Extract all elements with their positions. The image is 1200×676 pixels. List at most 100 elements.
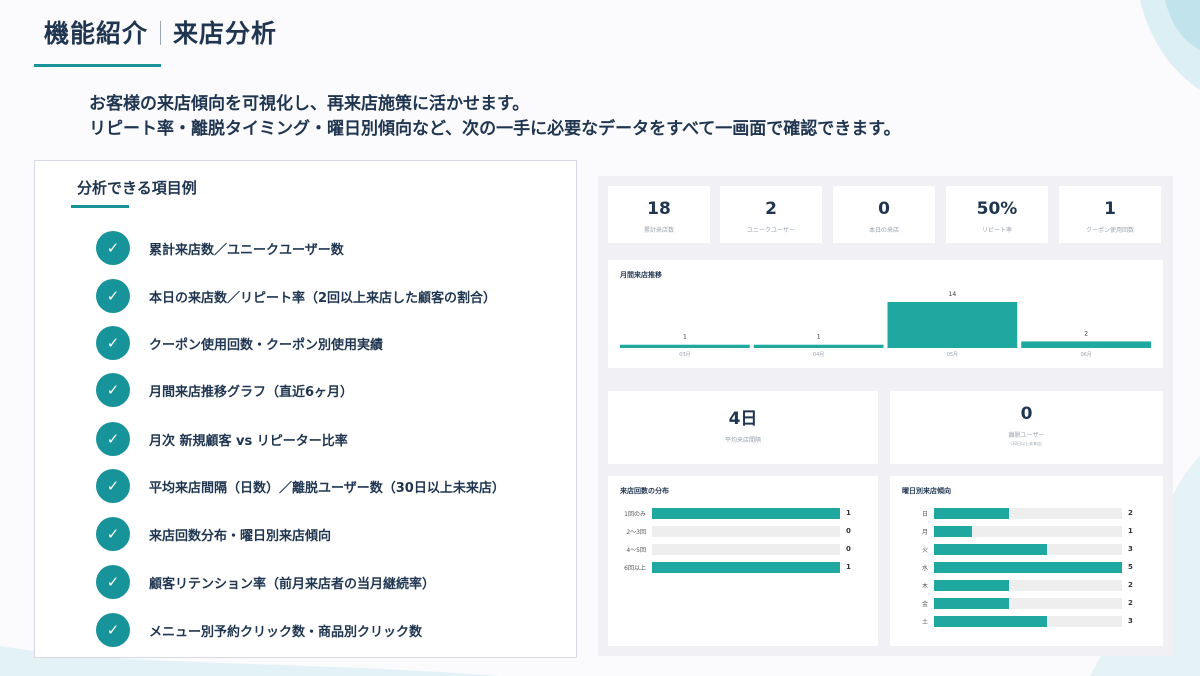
bar-fill	[934, 579, 1010, 591]
bar-row: 4〜5回 0	[616, 543, 851, 555]
intro-text: お客様の来店傾向を可視化し、再来店施策に活かせます。 リピート率・離脱タイミング…	[89, 92, 901, 142]
list-item: ✓ 顧客リテンション率（前月来店者の当月継続率）	[96, 565, 435, 599]
bar-row-label: 4〜5回	[626, 546, 646, 554]
kpi-label: 累計来店数	[643, 227, 674, 234]
bar-row: 日2	[898, 507, 1133, 519]
list-item-label: 月次 新規顧客 vs リピーター比率	[149, 433, 348, 449]
bar-fill	[934, 561, 1122, 573]
bar-row: 金2	[898, 597, 1133, 609]
bar-value-label: 3	[1128, 545, 1133, 553]
x-tick-label: 04月	[813, 352, 824, 358]
bar-track	[934, 561, 1122, 573]
kpi-value: 2	[765, 199, 777, 219]
kpi-label: リピート率	[981, 227, 1012, 234]
bar-row-label: 月	[921, 528, 928, 536]
bar-value-label: 1	[846, 563, 851, 571]
churn-sublabel: （30日以上未来店）	[1007, 441, 1046, 446]
kpi-card-coupon-uses: 1 クーポン使用回数	[1059, 186, 1161, 243]
bar-03月	[620, 344, 750, 348]
bar-track	[652, 561, 840, 573]
bar-fill	[652, 561, 840, 573]
list-item-label: 月間来店推移グラフ（直近6ヶ月）	[149, 384, 354, 400]
churn-label: 離脱ユーザー	[1008, 432, 1045, 439]
monthly-chart-title: 月間来店推移	[620, 271, 662, 279]
list-item: ✓ メニュー別予約クリック数・商品別クリック数	[96, 613, 422, 647]
list-item-label: 来店回数分布・曜日別来店傾向	[149, 528, 332, 544]
check-circle-icon: ✓	[96, 373, 130, 407]
bar-value-label: 3	[1128, 617, 1133, 625]
title-section: 機能紹介	[44, 19, 149, 48]
check-circle-icon: ✓	[96, 517, 130, 551]
bar-row: 木2	[898, 579, 1133, 591]
kpi-label: ユニークユーザー	[747, 227, 795, 234]
bar-fill	[934, 615, 1047, 627]
bar-track	[652, 525, 840, 537]
bar-fill	[934, 543, 1047, 555]
bar-row-label: 日	[921, 510, 928, 518]
x-tick-label: 05月	[947, 352, 958, 358]
list-item-label: 顧客リテンション率（前月来店者の当月継続率）	[149, 576, 436, 592]
monthly-visits-chart: 1 03月 1 04月 14 05月 2 06月	[620, 291, 1151, 358]
bar-track	[934, 507, 1122, 519]
bar-value-label: 0	[846, 527, 851, 535]
dashboard-preview: 18 累計来店数 2 ユニークユーザー 0 本日の来店 50% リピート率 1 …	[598, 176, 1173, 656]
kpi-label: クーポン使用回数	[1085, 227, 1134, 234]
bar-track	[934, 525, 1122, 537]
list-item: ✓ 来店回数分布・曜日別来店傾向	[96, 517, 331, 551]
kpi-card-repeat-rate: 50% リピート率	[946, 186, 1048, 243]
kpi-card-unique-users: 2 ユニークユーザー	[720, 186, 822, 243]
avg-interval-label: 平均来店間隔	[724, 437, 761, 444]
bar-row: 月1	[898, 525, 1133, 537]
bar-track	[652, 507, 840, 519]
weekday-title: 曜日別来店傾向	[902, 487, 951, 495]
check-circle-icon: ✓	[96, 469, 130, 503]
bar-track	[652, 543, 840, 555]
bar-row: 水5	[898, 561, 1133, 573]
bar-track	[934, 543, 1122, 555]
analysis-items-panel: 分析できる項目例 ✓ 累計来店数／ユニークユーザー数 ✓ 本日の来店数／リピート率（…	[34, 160, 577, 658]
title-separator	[160, 21, 162, 45]
list-item: ✓ クーポン使用回数・クーポン別使用実績	[96, 326, 383, 360]
check-circle-icon: ✓	[96, 231, 130, 265]
bar-track	[934, 615, 1122, 627]
kpi-value: 50%	[976, 199, 1018, 219]
bar-row: 土3	[898, 615, 1133, 627]
bar-row-label: 6回以上	[624, 564, 646, 572]
bar-value-label: 5	[1128, 563, 1133, 571]
items-title-underline	[71, 205, 129, 208]
bar-value-label: 0	[846, 545, 851, 553]
bar-row-label: 火	[921, 546, 928, 554]
check-circle-icon: ✓	[96, 565, 130, 599]
avg-interval-card: 4日 平均来店間隔	[608, 391, 878, 464]
decorative-corner-top-right	[1140, 0, 1200, 90]
bar-value-label: 2	[1128, 509, 1133, 517]
bar-row-label: 2〜3回	[626, 528, 646, 536]
bar-05月	[887, 302, 1018, 348]
monthly-visits-chart-card: 月間来店推移 1 03月 1 04月 14 05月 2 06月	[608, 260, 1163, 368]
list-item-label: 累計来店数／ユニークユーザー数	[149, 242, 344, 258]
bar-row: 2〜3回 0	[616, 525, 851, 537]
title-feature: 来店分析	[173, 19, 278, 48]
bar-row: 1回のみ 1	[616, 507, 851, 519]
bar-row: 6回以上 1	[616, 561, 851, 573]
bar-value-label: 1	[1128, 527, 1133, 535]
list-item-label: クーポン使用回数・クーポン別使用実績	[149, 337, 384, 353]
kpi-card-today-visits: 0 本日の来店	[833, 186, 935, 243]
bar-value-label: 2	[1128, 599, 1133, 607]
bar-row-label: 土	[921, 618, 928, 626]
list-item-label: メニュー別予約クリック数・商品別クリック数	[149, 624, 423, 640]
bar-row: 火3	[898, 543, 1133, 555]
bar-fill	[934, 597, 1010, 609]
churn-value: 0	[1020, 404, 1033, 424]
list-item: ✓ 平均来店間隔（日数）／離脱ユーザー数（30日以上未来店）	[96, 469, 505, 503]
bar-row-label: 木	[921, 582, 928, 590]
check-circle-icon: ✓	[96, 279, 130, 313]
list-item: ✓ 月間来店推移グラフ（直近6ヶ月）	[96, 373, 353, 407]
x-tick-label: 03月	[679, 352, 690, 358]
bar-fill	[652, 507, 840, 519]
items-panel-title: 分析できる項目例	[77, 179, 197, 197]
visit-count-distribution-card: 来店回数の分布 1回のみ 1 2〜3回 0 4〜5回 0 6回以上 1	[608, 476, 878, 646]
bar-row-label: 水	[921, 564, 928, 572]
bar-value-label: 2	[1128, 581, 1133, 589]
bar-fill	[934, 525, 972, 537]
